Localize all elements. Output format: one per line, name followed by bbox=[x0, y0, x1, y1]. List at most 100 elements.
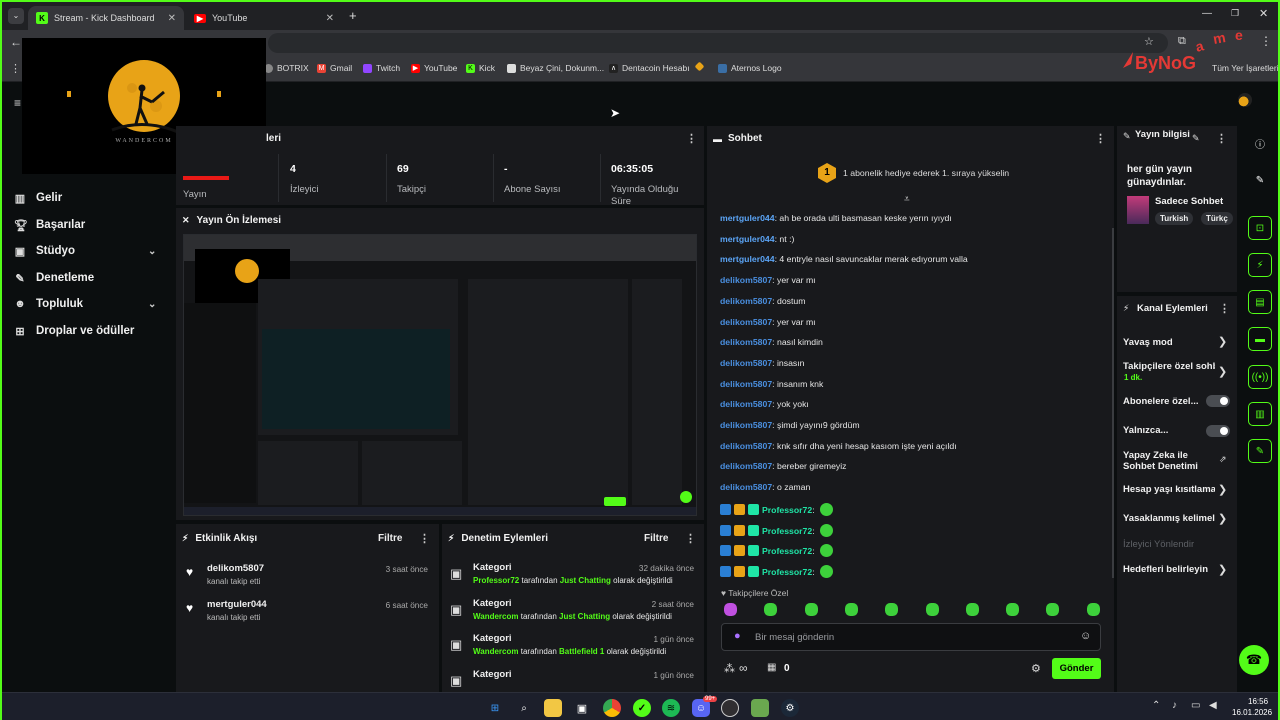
bolt-rail-icon[interactable]: ⚡︎ bbox=[1248, 253, 1272, 277]
subscribers-only-toggle[interactable] bbox=[1206, 395, 1230, 407]
chevron-right-icon[interactable]: ❯ bbox=[1218, 335, 1227, 348]
emote-picker-icon[interactable] bbox=[804, 603, 818, 616]
layout-icon[interactable]: ▥ bbox=[1248, 402, 1272, 426]
stream-info-more-icon[interactable]: ⋮ bbox=[1216, 132, 1227, 145]
help-chat-icon[interactable]: ☎︎ bbox=[1239, 645, 1269, 675]
maximize-icon[interactable]: ❐ bbox=[1231, 8, 1239, 19]
activity-more-icon[interactable]: ⋮ bbox=[419, 532, 430, 545]
chat-username[interactable]: mertguler044 bbox=[720, 234, 775, 244]
stats-more-icon[interactable]: ⋮ bbox=[686, 132, 697, 145]
bookmark-youtube[interactable]: ▶ YouTube bbox=[411, 63, 457, 73]
chat-username[interactable]: delikom5807 bbox=[720, 461, 772, 471]
emote-picker-icon[interactable] bbox=[1006, 603, 1020, 616]
emote-picker-icon[interactable] bbox=[1086, 603, 1100, 616]
kick-app-icon[interactable]: ✓ bbox=[633, 699, 651, 717]
store-icon[interactable]: ▣ bbox=[573, 699, 591, 717]
chat-username[interactable]: delikom5807 bbox=[720, 379, 772, 389]
chat-input[interactable]: ● Bir mesaj gönderin ☺ bbox=[721, 623, 1101, 651]
tag-turkce[interactable]: Türkç bbox=[1201, 212, 1233, 225]
bookmark-botrix[interactable]: BOTRIX bbox=[264, 63, 309, 73]
send-button[interactable]: Gönder bbox=[1052, 658, 1101, 679]
action-account-age[interactable]: Hesap yaşı kısıtlama bbox=[1123, 484, 1215, 495]
chat-username[interactable]: mertguler044 bbox=[720, 213, 775, 223]
sidebar-item-denetleme[interactable]: ✎ Denetleme bbox=[14, 272, 94, 285]
chevron-right-icon[interactable]: ❯ bbox=[1218, 512, 1227, 525]
notes-icon[interactable]: ▤ bbox=[1248, 290, 1272, 314]
chat-username[interactable]: delikom5807 bbox=[720, 337, 772, 347]
wrench-rail-icon[interactable]: ✎ bbox=[1248, 439, 1272, 463]
moderation-more-icon[interactable]: ⋮ bbox=[685, 532, 696, 545]
bookmark-star-icon-item[interactable] bbox=[694, 61, 707, 72]
menu-icon[interactable]: ⋮ bbox=[1260, 34, 1272, 48]
profile-avatar[interactable] bbox=[1238, 93, 1252, 107]
tab-search-button[interactable]: ⌄ bbox=[8, 8, 24, 24]
chat-scrollbar[interactable] bbox=[1112, 228, 1114, 578]
chat-username[interactable]: delikom5807 bbox=[720, 275, 772, 285]
sidebar-item-topluluk[interactable]: ☻ Topluluk ⌄ bbox=[14, 298, 174, 310]
close-tab-icon[interactable]: ✕ bbox=[168, 13, 176, 24]
chat-username[interactable]: mertguler044 bbox=[720, 254, 775, 264]
close-tab-icon[interactable]: ✕ bbox=[326, 13, 334, 24]
tab-kick-dashboard[interactable]: K Stream - Kick Dashboard ✕ bbox=[28, 6, 184, 30]
chat-settings-icon[interactable]: ⚙ bbox=[1031, 662, 1041, 675]
tab-youtube[interactable]: ▶ YouTube ✕ bbox=[186, 6, 342, 30]
steam-icon[interactable]: ⚙ bbox=[781, 699, 799, 717]
chrome-icon[interactable] bbox=[603, 699, 621, 717]
hamburger-icon[interactable]: ≡ bbox=[14, 96, 21, 110]
sidebar-item-studyo[interactable]: ▣ Stüdyo ⌄ bbox=[14, 245, 174, 258]
chat-username[interactable]: delikom5807 bbox=[720, 399, 772, 409]
channel-points-icon[interactable]: ▦ bbox=[767, 662, 776, 673]
chevron-right-icon[interactable]: ❯ bbox=[1218, 563, 1227, 576]
emote-picker-icon[interactable] bbox=[724, 603, 737, 616]
chat-username[interactable]: Professor72 bbox=[762, 505, 812, 515]
chat-username[interactable]: delikom5807 bbox=[720, 317, 772, 327]
chat-username[interactable]: Professor72 bbox=[762, 546, 812, 556]
edit-icon[interactable]: ✎ bbox=[1248, 168, 1272, 192]
bookmark-kick[interactable]: K Kick bbox=[466, 63, 495, 73]
emote-picker-icon[interactable] bbox=[965, 603, 979, 616]
action-emote-only[interactable]: Yalnızca... bbox=[1123, 425, 1168, 436]
microphone-tray-icon[interactable]: ♪ bbox=[1172, 700, 1177, 711]
sidebar-item-droplar[interactable]: ⊞ Droplar ve ödüller bbox=[14, 325, 134, 338]
external-link-icon[interactable]: ⇗ bbox=[1219, 454, 1227, 465]
bookmark-aternos[interactable]: Aternos Logo bbox=[718, 63, 782, 73]
network-icon[interactable]: ▭ bbox=[1191, 700, 1200, 711]
stream-preview-video[interactable] bbox=[183, 234, 697, 516]
chevron-right-icon[interactable]: ❯ bbox=[1218, 365, 1227, 378]
minecraft-icon[interactable] bbox=[751, 699, 769, 717]
chat-username[interactable]: Professor72 bbox=[762, 567, 812, 577]
action-subscribers-only[interactable]: Abonelere özel... bbox=[1123, 396, 1199, 407]
obs-icon[interactable] bbox=[721, 699, 739, 717]
target-icon[interactable]: ⊡ bbox=[1248, 216, 1272, 240]
sidebar-item-basarilar[interactable]: 🏆︎ Başarılar bbox=[14, 219, 85, 232]
clock-time[interactable]: 16:56 bbox=[1248, 697, 1268, 706]
microphone-icon[interactable]: ● bbox=[734, 630, 741, 642]
chat-users-icon[interactable]: ⁂ bbox=[724, 662, 735, 675]
close-window-icon[interactable]: ✕ bbox=[1259, 7, 1268, 20]
action-set-goals[interactable]: Hedefleri belirleyin bbox=[1123, 564, 1208, 575]
emote-picker-icon[interactable] bbox=[925, 603, 939, 616]
chat-more-icon[interactable]: ⋮ bbox=[1095, 132, 1106, 145]
info-icon[interactable]: ⓘ bbox=[1248, 131, 1272, 155]
chat-username[interactable]: delikom5807 bbox=[720, 358, 772, 368]
emoji-icon[interactable]: ☺ bbox=[1080, 630, 1091, 642]
chevron-right-icon[interactable]: ❯ bbox=[1218, 483, 1227, 496]
emote-picker-icon[interactable] bbox=[764, 603, 778, 616]
edit-stream-info-icon[interactable]: ✎ bbox=[1192, 133, 1200, 144]
action-banned-words[interactable]: Yasaklanmış kelimel bbox=[1123, 513, 1215, 524]
action-slow-mode[interactable]: Yavaş mod bbox=[1123, 337, 1173, 348]
chevron-down-icon[interactable]: ⌄ bbox=[148, 246, 156, 257]
tag-turkish[interactable]: Turkish bbox=[1155, 212, 1194, 225]
volume-icon[interactable]: ◀ bbox=[1209, 700, 1217, 711]
chat-username[interactable]: Professor72 bbox=[762, 526, 812, 536]
search-icon[interactable]: ⌕ bbox=[515, 699, 533, 717]
emote-only-toggle[interactable] bbox=[1206, 425, 1230, 437]
chat-username[interactable]: delikom5807 bbox=[720, 296, 772, 306]
new-tab-button[interactable]: + bbox=[349, 8, 357, 23]
broadcast-icon[interactable]: ((•)) bbox=[1248, 365, 1272, 389]
activity-filter-button[interactable]: Filtre bbox=[378, 533, 402, 544]
chevron-down-icon[interactable]: ⌄ bbox=[148, 299, 156, 310]
back-icon[interactable]: ← bbox=[10, 35, 22, 49]
channel-actions-more-icon[interactable]: ⋮ bbox=[1219, 302, 1230, 315]
address-bar[interactable] bbox=[268, 33, 1168, 53]
